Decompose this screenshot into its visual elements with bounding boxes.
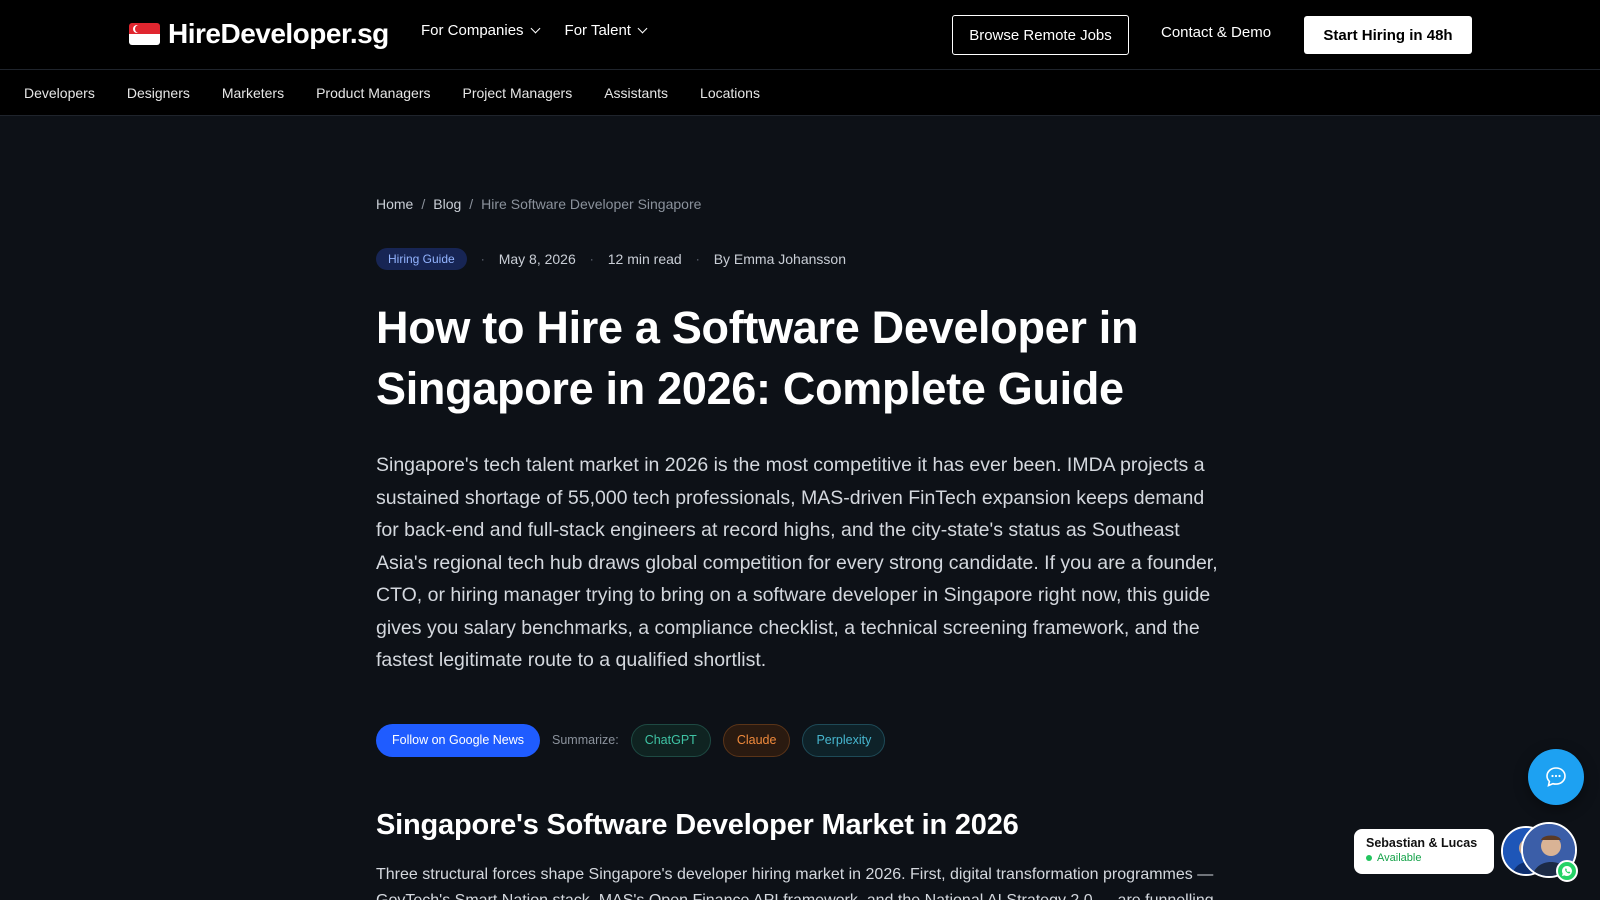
article: Home / Blog / Hire Software Developer Si… [376,196,1226,900]
section-heading: Singapore's Software Developer Market in… [376,808,1019,841]
subnav-item-product-managers[interactable]: Product Managers [316,85,430,101]
page-title: How to Hire a Software Developer in Sing… [376,302,1139,414]
breadcrumb-separator: / [421,196,426,212]
meta-separator: · [589,252,594,266]
subnav-item-locations[interactable]: Locations [700,85,760,101]
nav-for-companies-label: For Companies [421,22,524,39]
nav-for-companies[interactable]: For Companies [421,22,540,39]
subnav-item-designers[interactable]: Designers [127,85,190,101]
agent-name: Sebastian & Lucas [1366,836,1478,850]
agent-status: Available [1366,852,1482,864]
publish-date: May 8, 2026 [498,251,576,267]
subnav-item-marketers[interactable]: Marketers [222,85,284,101]
author: By Emma Johansson [713,251,846,267]
section-paragraph: Three structural forces shape Singapore'… [376,865,1214,900]
chevron-down-icon [530,23,540,34]
summarize-perplexity-button[interactable]: Perplexity [802,723,886,757]
share-actions: Follow on Google News Summarize: ChatGPT… [376,723,1226,757]
summarize-chatgpt-button[interactable]: ChatGPT [630,723,711,757]
nav-for-talent[interactable]: For Talent [564,22,648,39]
site-logo[interactable]: HireDeveloper.sg [129,16,389,52]
browse-remote-jobs-button[interactable]: Browse Remote Jobs [952,15,1129,55]
breadcrumb-home[interactable]: Home [376,196,413,212]
main-nav: For Companies For Talent [421,22,648,39]
meta-separator: · [480,252,485,266]
start-hiring-button[interactable]: Start Hiring in 48h [1304,16,1472,54]
meta-separator: · [695,252,700,266]
article-lede: Singapore's tech talent market in 2026 i… [376,454,1218,671]
top-header: HireDeveloper.sg For Companies For Talen… [0,0,1600,70]
subnav-item-project-managers[interactable]: Project Managers [463,85,573,101]
read-time: 12 min read [607,251,682,267]
breadcrumb-separator: / [469,196,474,212]
subnav-item-assistants[interactable]: Assistants [604,85,668,101]
whatsapp-icon[interactable] [1556,860,1578,882]
breadcrumb-current: Hire Software Developer Singapore [481,196,702,212]
chat-button[interactable] [1528,749,1584,805]
contact-demo-link[interactable]: Contact & Demo [1161,24,1271,41]
category-badge[interactable]: Hiring Guide [376,248,467,270]
agent-availability-card[interactable]: Sebastian & Lucas Available [1354,829,1494,874]
singapore-flag-icon [129,23,160,45]
chevron-down-icon [637,23,648,34]
status-dot-icon [1366,855,1372,861]
google-news-button[interactable]: Follow on Google News [376,723,541,757]
subnav-item-developers[interactable]: Developers [24,85,95,101]
nav-for-talent-label: For Talent [564,22,631,39]
breadcrumb-blog[interactable]: Blog [433,196,461,212]
category-nav: Developers Designers Marketers Product M… [0,70,1600,116]
chat-bubble-icon [1546,767,1566,787]
logo-text: HireDeveloper.sg [168,18,389,49]
breadcrumb: Home / Blog / Hire Software Developer Si… [376,196,1226,212]
summarize-claude-button[interactable]: Claude [722,723,791,757]
article-meta: Hiring Guide · May 8, 2026 · 12 min read… [376,247,1226,271]
agent-avatars[interactable] [1501,822,1583,882]
agent-status-label: Available [1377,852,1422,864]
summarize-label: Summarize: [552,733,619,747]
